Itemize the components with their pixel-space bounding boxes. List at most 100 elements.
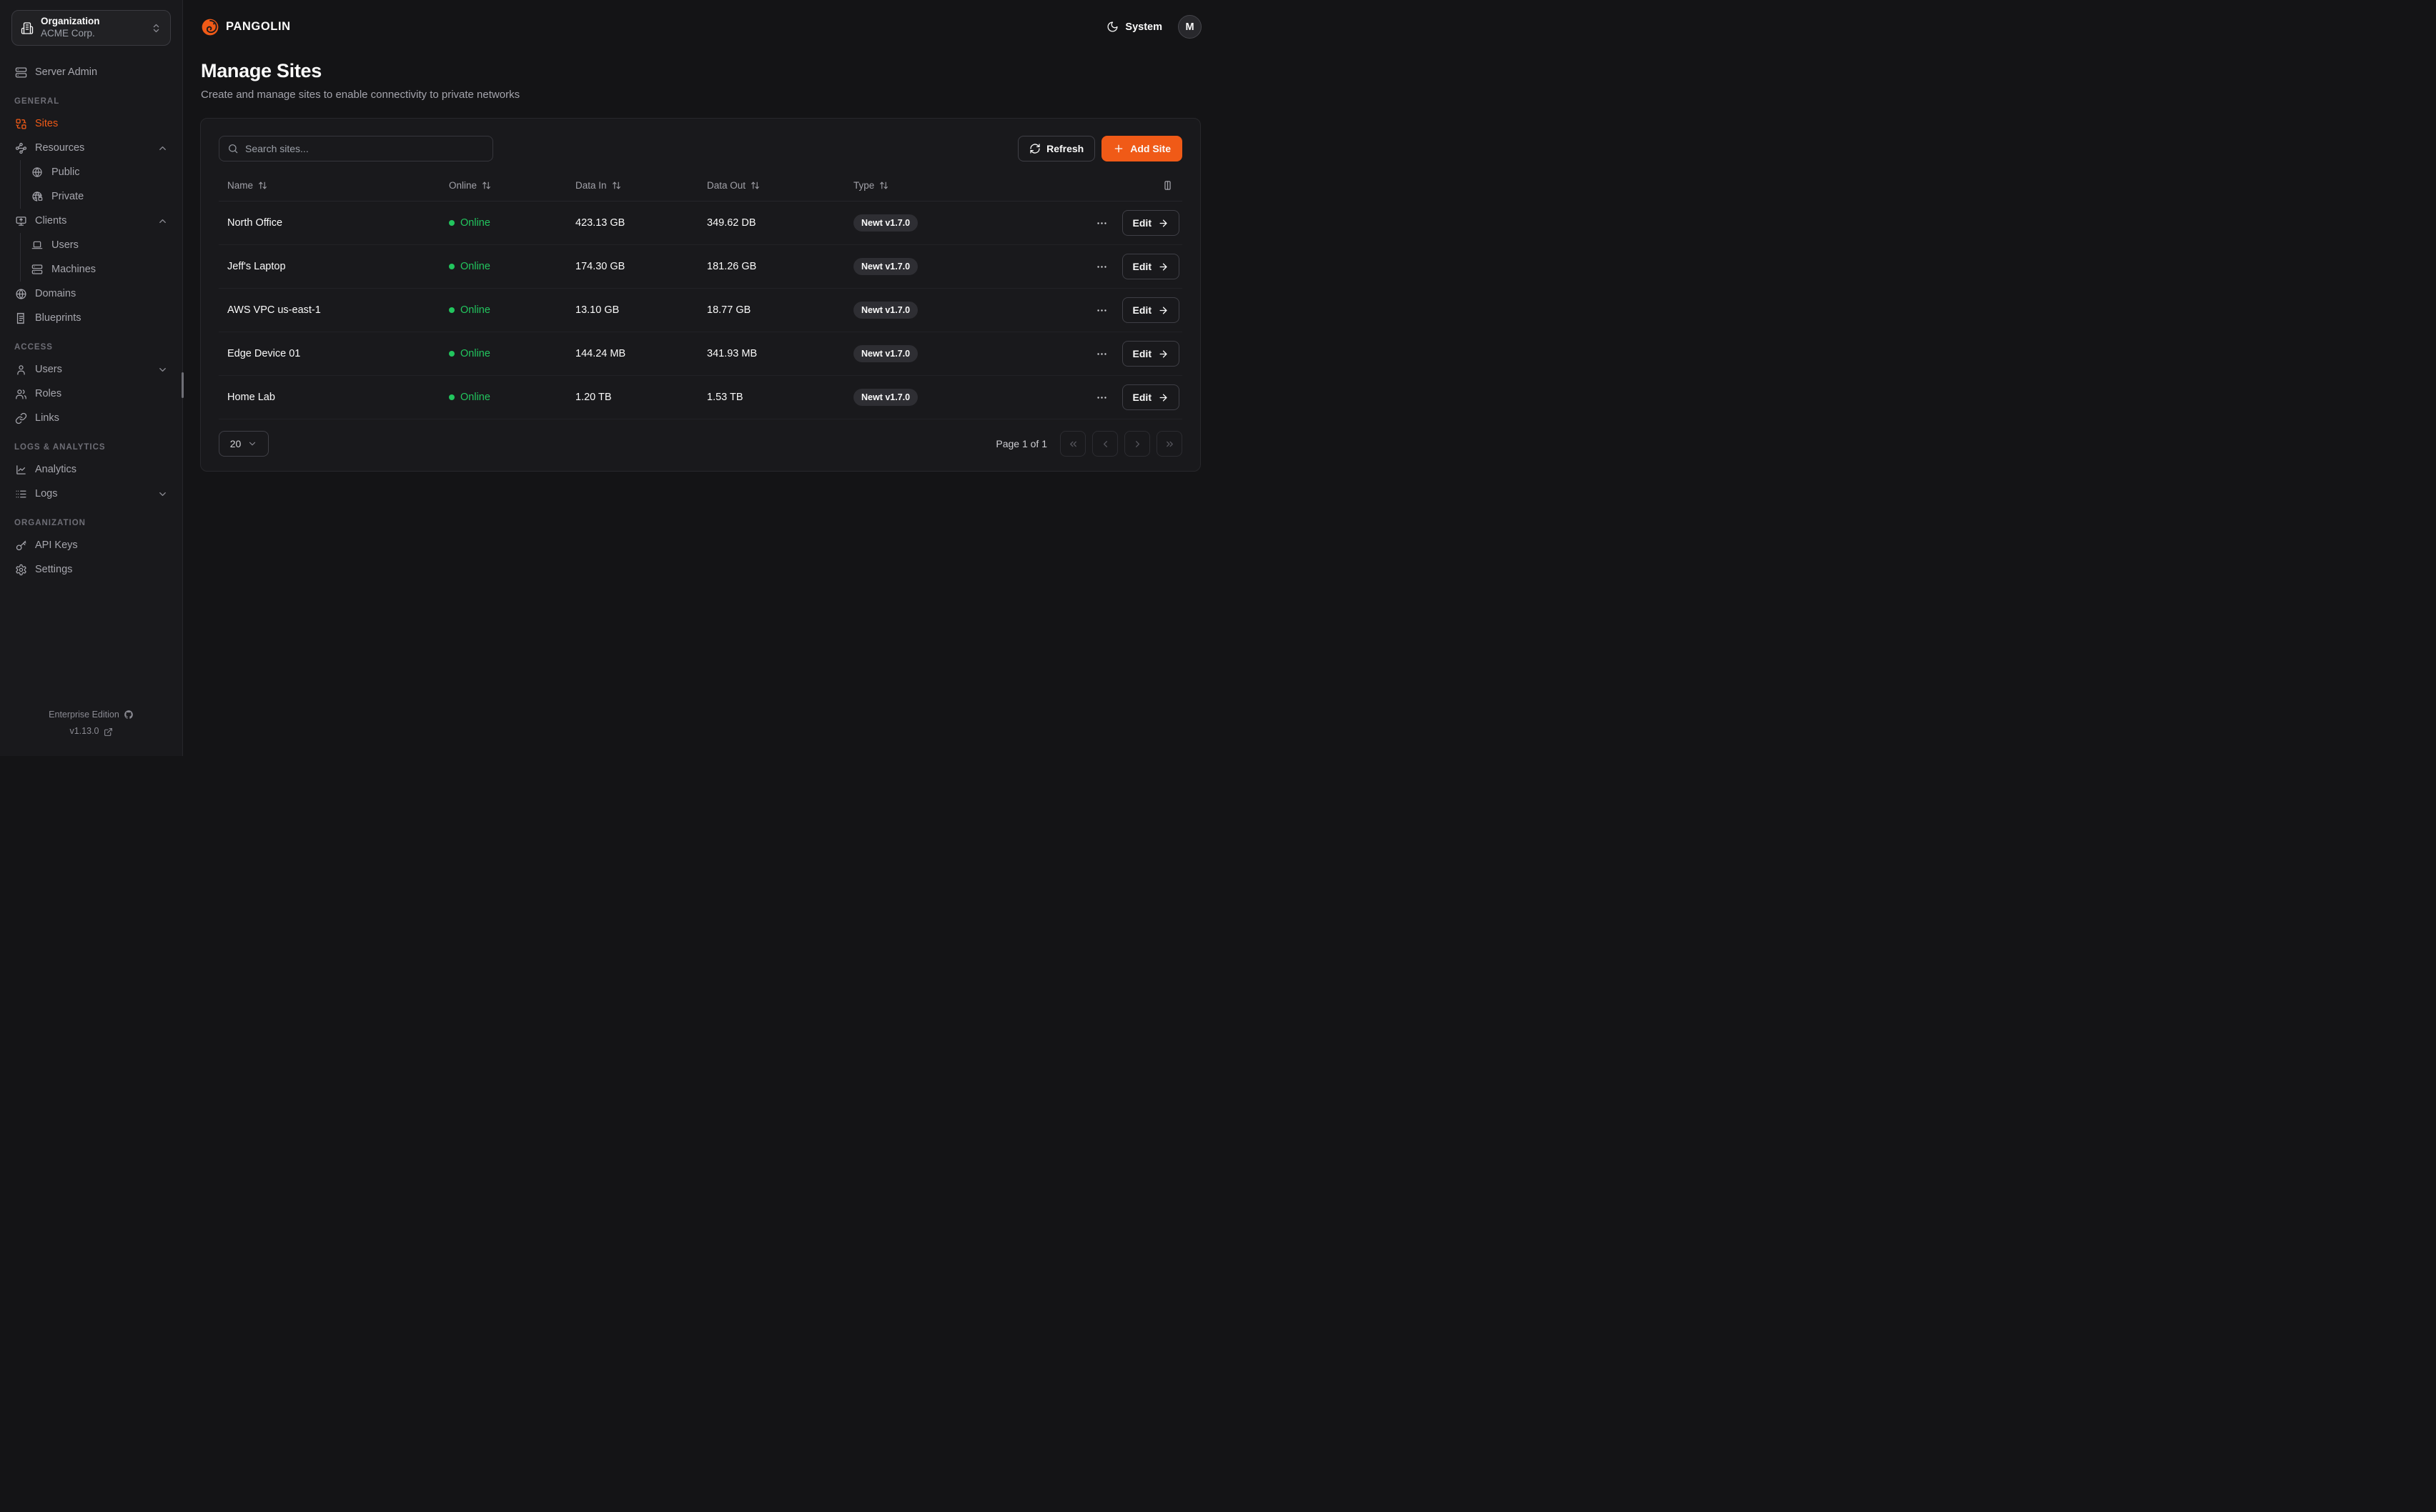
page-size-select[interactable]: 20 (219, 431, 269, 457)
column-visibility-button[interactable] (1162, 179, 1174, 192)
refresh-button[interactable]: Refresh (1018, 136, 1095, 161)
row-menu-button[interactable] (1093, 345, 1111, 363)
row-menu-button[interactable] (1093, 302, 1111, 319)
ellipsis-icon (1096, 392, 1108, 404)
add-site-button[interactable]: Add Site (1101, 136, 1182, 161)
row-menu-button[interactable] (1093, 258, 1111, 276)
user-icon (14, 364, 27, 376)
version-link[interactable]: v1.13.0 (69, 723, 99, 740)
topbar: PANGOLIN System M (183, 0, 1218, 39)
refresh-icon (1029, 143, 1041, 154)
sidebar-item-public[interactable]: Public (28, 160, 171, 184)
column-header-data-out[interactable]: Data Out (698, 180, 845, 191)
page-status: Page 1 of 1 (996, 438, 1047, 449)
row-menu-button[interactable] (1093, 214, 1111, 232)
sidebar-item-label: Private (51, 191, 84, 202)
data-in: 13.10 GB (567, 304, 698, 316)
org-selector[interactable]: Organization ACME Corp. (11, 10, 171, 46)
sidebar-item-logs[interactable]: Logs (11, 482, 171, 506)
status-label: Online (460, 217, 490, 229)
table-header: Name Online Data In Data Out Type (219, 170, 1182, 202)
sidebar-item-label: Clients (35, 215, 66, 227)
ellipsis-icon (1096, 217, 1108, 229)
sort-icon (612, 181, 621, 190)
column-header-name[interactable]: Name (219, 180, 440, 191)
sidebar-item-links[interactable]: Links (11, 406, 171, 430)
sidebar-item-clients[interactable]: Clients (11, 209, 171, 233)
site-name: Jeff's Laptop (219, 261, 440, 272)
edit-button[interactable]: Edit (1122, 341, 1179, 367)
row-actions: Edit (1049, 254, 1182, 279)
type-badge: Newt v1.7.0 (853, 258, 918, 275)
sidebar-item-server-admin[interactable]: Server Admin (11, 60, 171, 84)
table-row[interactable]: Jeff's Laptop Online 174.30 GB 181.26 GB… (219, 245, 1182, 289)
sidebar-item-blueprints[interactable]: Blueprints (11, 306, 171, 330)
table-row[interactable]: North Office Online 423.13 GB 349.62 DB … (219, 202, 1182, 245)
building-icon (21, 21, 34, 35)
row-menu-button[interactable] (1093, 389, 1111, 407)
sidebar-scrollbar[interactable] (182, 372, 184, 398)
sidebar-item-domains[interactable]: Domains (11, 282, 171, 306)
site-name: Edge Device 01 (219, 348, 440, 359)
site-name: North Office (219, 217, 440, 229)
sidebar-item-label: Blueprints (35, 312, 81, 324)
sidebar-item-label: Roles (35, 388, 61, 399)
online-dot-icon (449, 351, 455, 357)
data-out: 181.26 GB (698, 261, 845, 272)
row-actions: Edit (1049, 384, 1182, 410)
theme-toggle[interactable]: System (1106, 21, 1162, 33)
sidebar-item-analytics[interactable]: Analytics (11, 457, 171, 482)
chevrons-right-icon (1164, 439, 1175, 449)
sidebar-item-roles[interactable]: Roles (11, 382, 171, 406)
site-name: AWS VPC us-east-1 (219, 304, 440, 316)
avatar[interactable]: M (1178, 15, 1202, 39)
sidebar-item-resources[interactable]: Resources (11, 136, 171, 160)
ellipsis-icon (1096, 261, 1108, 273)
edition-label: Enterprise Edition (49, 707, 119, 724)
prev-page-button[interactable] (1092, 431, 1118, 457)
chevron-down-icon (157, 489, 168, 499)
sidebar-item-label: API Keys (35, 539, 78, 551)
pagination-right: Page 1 of 1 (996, 431, 1182, 457)
card-toolbar: Refresh Add Site (219, 136, 1182, 161)
server-icon (31, 264, 44, 275)
sidebar-item-users[interactable]: Users (11, 357, 171, 382)
edit-button[interactable]: Edit (1122, 210, 1179, 236)
table-row[interactable]: AWS VPC us-east-1 Online 13.10 GB 18.77 … (219, 289, 1182, 332)
column-header-online[interactable]: Online (440, 180, 567, 191)
data-in: 144.24 MB (567, 348, 698, 359)
last-page-button[interactable] (1157, 431, 1182, 457)
brand[interactable]: PANGOLIN (201, 18, 291, 36)
table-row[interactable]: Home Lab Online 1.20 TB 1.53 TB Newt v1.… (219, 376, 1182, 419)
users-icon (14, 388, 27, 400)
gear-icon (14, 564, 27, 576)
ellipsis-icon (1096, 304, 1108, 317)
edit-button[interactable]: Edit (1122, 254, 1179, 279)
laptop-icon (31, 239, 44, 251)
column-header-data-in[interactable]: Data In (567, 180, 698, 191)
ellipsis-icon (1096, 348, 1108, 360)
server-icon (14, 66, 27, 79)
sidebar-item-api-keys[interactable]: API Keys (11, 533, 171, 557)
search-input[interactable] (245, 143, 485, 154)
column-header-type[interactable]: Type (845, 180, 1049, 191)
online-dot-icon (449, 394, 455, 400)
row-actions: Edit (1049, 210, 1182, 236)
external-link-icon (104, 727, 113, 737)
table-row[interactable]: Edge Device 01 Online 144.24 MB 341.93 M… (219, 332, 1182, 376)
sidebar-item-label: Resources (35, 142, 84, 154)
row-actions: Edit (1049, 341, 1182, 367)
next-page-button[interactable] (1124, 431, 1150, 457)
first-page-button[interactable] (1060, 431, 1086, 457)
sidebar-item-label: Settings (35, 564, 72, 575)
sidebar-item-settings[interactable]: Settings (11, 557, 171, 582)
github-link[interactable] (124, 710, 134, 720)
sidebar-item-client-users[interactable]: Users (28, 233, 171, 257)
sidebar-item-sites[interactable]: Sites (11, 111, 171, 136)
sidebar-item-private[interactable]: Private (28, 184, 171, 209)
sidebar-item-machines[interactable]: Machines (28, 257, 171, 282)
edit-button[interactable]: Edit (1122, 384, 1179, 410)
data-out: 18.77 GB (698, 304, 845, 316)
search-box (219, 136, 493, 161)
edit-button[interactable]: Edit (1122, 297, 1179, 323)
